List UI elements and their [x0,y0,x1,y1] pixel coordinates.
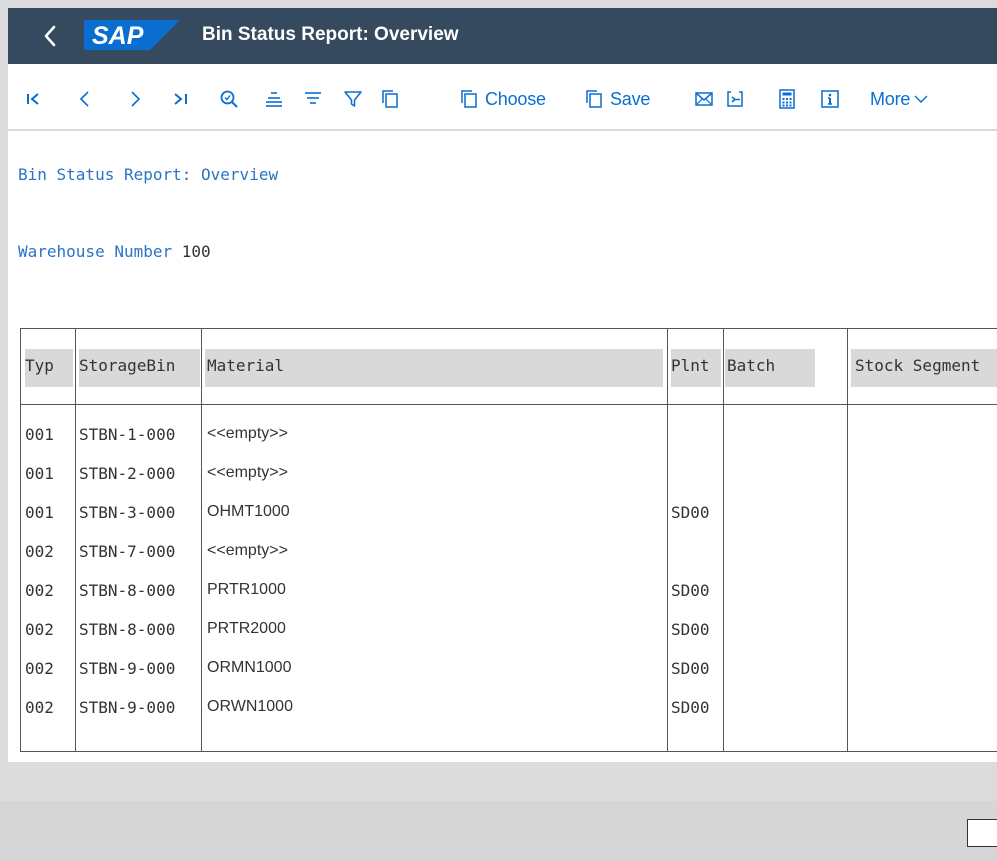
column-header-batch[interactable]: Batch [727,356,775,375]
cell-storage-bin[interactable]: STBN-8-000 [79,581,175,600]
sort-descending-button[interactable] [303,84,323,114]
more-button[interactable]: More [870,84,929,114]
report-area: Bin Status Report: Overview Warehouse Nu… [8,131,997,762]
chevron-left-icon [79,91,89,107]
cell-storage-bin[interactable]: STBN-1-000 [79,425,175,444]
cell-plant[interactable]: SD00 [671,698,710,717]
cell-typ[interactable]: 001 [25,464,54,483]
cell-material[interactable]: ORWN1000 [207,698,293,716]
application-toolbar: Choose Save More [8,64,997,130]
column-header-plant[interactable]: Plnt [671,356,710,375]
report-title: Bin Status Report: Overview [18,165,279,184]
sap-logo: SAP [84,20,180,50]
cell-typ[interactable]: 002 [25,659,54,678]
calculator-icon [779,89,795,109]
cell-storage-bin[interactable]: STBN-3-000 [79,503,175,522]
cell-storage-bin[interactable]: STBN-7-000 [79,542,175,561]
cell-typ[interactable]: 002 [25,581,54,600]
cell-material[interactable]: <<empty>> [207,542,288,560]
save-button[interactable]: Save [584,84,650,114]
export-icon [727,91,743,107]
sort-ascending-icon [266,92,282,107]
send-mail-button[interactable] [694,84,714,114]
first-page-icon [27,93,39,105]
cell-material[interactable]: PRTR2000 [207,620,286,638]
mail-icon [695,92,713,106]
chevron-right-icon [131,91,141,107]
warehouse-line: Warehouse Number 100 [18,242,211,261]
cell-plant[interactable]: SD00 [671,581,710,600]
find-button[interactable] [219,84,239,114]
first-page-button[interactable] [25,84,43,114]
column-header-stock-segment[interactable]: Stock Segment [855,356,980,375]
copy-icon [461,90,477,108]
cell-typ[interactable]: 001 [25,503,54,522]
cell-typ[interactable]: 002 [25,542,54,561]
choose-button[interactable]: Choose [459,84,546,114]
status-bar [0,801,997,861]
column-header-material[interactable]: Material [207,356,284,375]
cell-storage-bin[interactable]: STBN-2-000 [79,464,175,483]
previous-page-button[interactable] [77,84,93,114]
chevron-down-icon [914,95,928,103]
save-label: Save [610,88,651,109]
cell-storage-bin[interactable]: STBN-8-000 [79,620,175,639]
warehouse-label: Warehouse Number [18,242,173,261]
more-label: More [870,88,911,109]
cell-storage-bin[interactable]: STBN-9-000 [79,659,175,678]
cell-plant[interactable]: SD00 [671,659,710,678]
shell-header: SAP Bin Status Report: Overview [8,8,997,64]
cell-plant[interactable]: SD00 [671,503,710,522]
cell-material[interactable]: <<empty>> [207,464,288,482]
bin-status-table: Typ StorageBin Material Plnt Batch Stock… [20,328,997,752]
sap-logo-text: SAP [92,22,144,50]
status-bar-toggle[interactable] [967,819,997,847]
filter-icon [344,91,362,107]
cell-typ[interactable]: 001 [25,425,54,444]
copy-icon [382,90,398,108]
choose-label: Choose [485,88,546,109]
last-page-button[interactable] [171,84,189,114]
cell-material[interactable]: PRTR1000 [207,581,286,599]
search-icon [220,90,238,108]
cell-typ[interactable]: 002 [25,620,54,639]
chevron-left-icon [44,25,56,47]
cell-material[interactable]: ORMN1000 [207,659,291,677]
cell-plant[interactable]: SD00 [671,620,710,639]
next-page-button[interactable] [127,84,143,114]
cell-typ[interactable]: 002 [25,698,54,717]
copy-button[interactable] [380,84,400,114]
cell-material[interactable]: OHMT1000 [207,503,290,521]
info-icon [821,90,839,108]
calculator-button[interactable] [778,84,796,114]
page-title: Bin Status Report: Overview [202,24,459,45]
sort-descending-icon [305,92,321,104]
back-button[interactable] [32,18,68,54]
last-page-icon [174,93,187,105]
copy-icon [586,90,602,108]
information-button[interactable] [820,84,840,114]
cell-storage-bin[interactable]: STBN-9-000 [79,698,175,717]
sort-ascending-button[interactable] [264,84,284,114]
filter-button[interactable] [343,84,363,114]
warehouse-value: 100 [181,242,211,261]
column-header-typ[interactable]: Typ [25,356,54,375]
column-header-storage-bin[interactable]: StorageBin [79,356,175,375]
cell-material[interactable]: <<empty>> [207,425,288,443]
export-button[interactable] [725,84,745,114]
